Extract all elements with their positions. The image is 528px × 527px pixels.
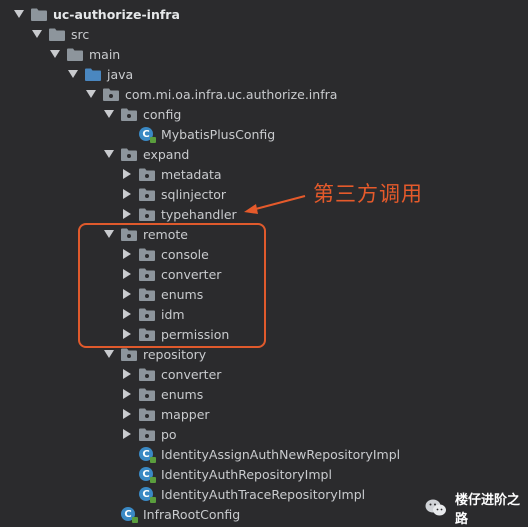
watermark-text: 楼仔进阶之路 — [455, 493, 521, 527]
annotation-label: 第三方调用 — [313, 182, 423, 206]
wechat-icon — [425, 498, 447, 518]
watermark: 楼仔进阶之路 — [425, 489, 528, 527]
annotation-arrow — [244, 195, 306, 214]
